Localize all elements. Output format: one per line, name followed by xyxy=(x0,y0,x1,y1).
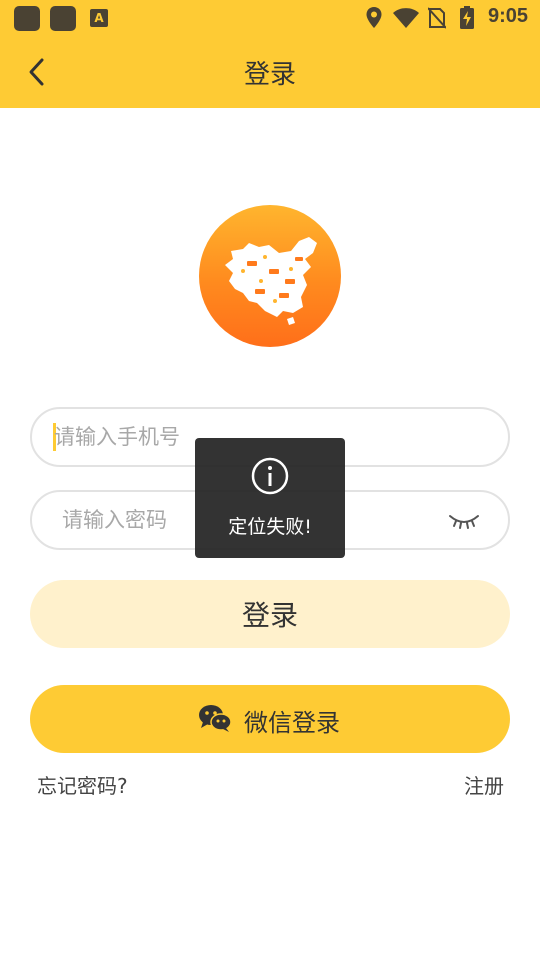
info-icon xyxy=(251,457,289,495)
eye-closed-icon[interactable] xyxy=(448,511,480,531)
app-logo xyxy=(199,205,341,347)
wechat-login-label: 微信登录 xyxy=(244,709,340,737)
login-button[interactable]: 登录 xyxy=(30,580,510,648)
battery-charging-icon xyxy=(460,6,474,29)
register-link[interactable]: 注册 xyxy=(464,770,504,799)
app-icon xyxy=(14,6,40,31)
app-icon xyxy=(50,6,76,31)
location-icon xyxy=(366,7,382,28)
wechat-icon xyxy=(199,705,232,732)
forgot-password-link[interactable]: 忘记密码? xyxy=(37,770,128,799)
china-map-icon xyxy=(225,237,317,325)
status-time: 9:05 xyxy=(487,5,528,27)
status-bar: A 9:05 xyxy=(0,0,540,36)
app-bar: 登录 xyxy=(0,36,540,108)
accessibility-icon: A xyxy=(90,9,108,27)
toast: 定位失败! xyxy=(195,438,345,558)
wechat-login-button[interactable]: 微信登录 xyxy=(30,685,510,753)
toast-message: 定位失败! xyxy=(228,516,312,538)
page-title: 登录 xyxy=(243,60,296,90)
wifi-icon xyxy=(393,8,419,28)
no-sim-icon xyxy=(428,7,446,29)
